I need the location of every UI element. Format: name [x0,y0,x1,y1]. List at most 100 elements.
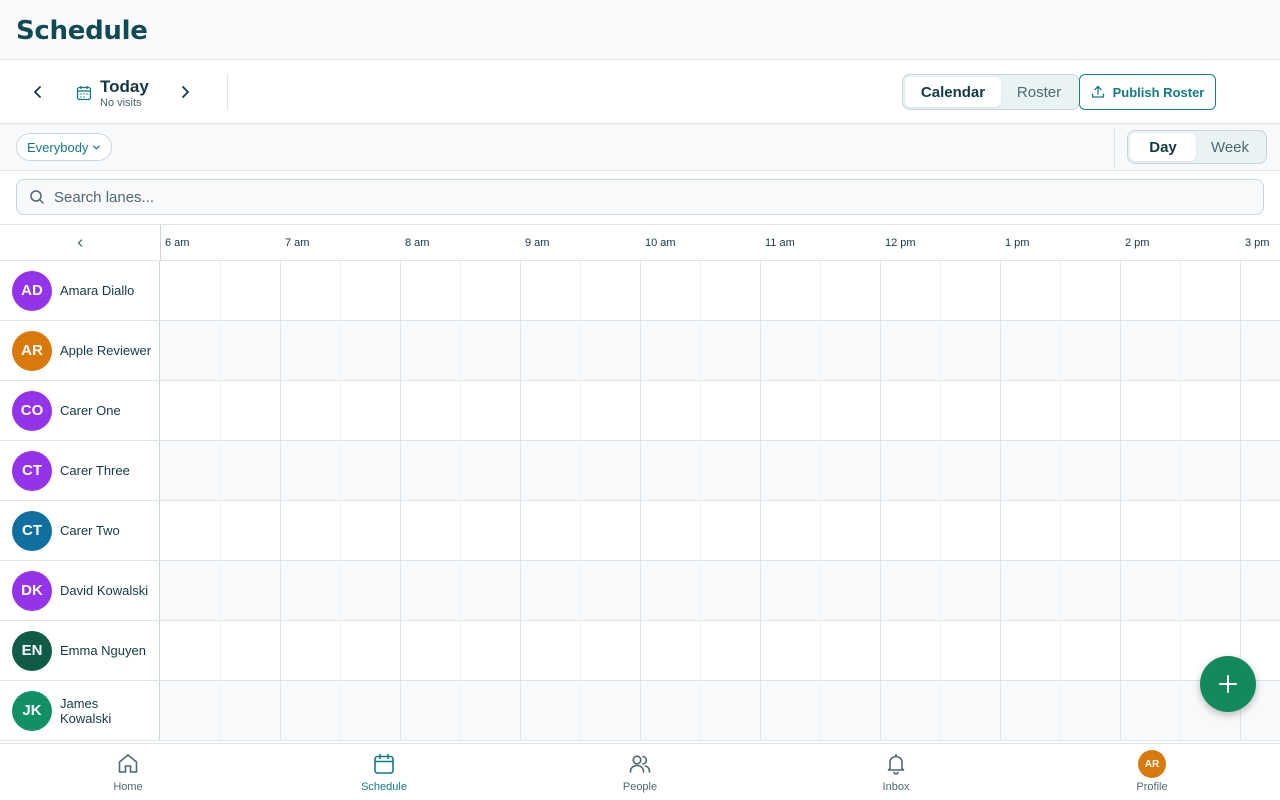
hour-label: 6 am [165,237,190,249]
hour-gridline [520,381,521,440]
half-hour-gridline [700,501,701,560]
lane-person[interactable]: JK James Kowalski [0,681,160,740]
person-name: Carer Two [60,523,120,538]
next-day-button[interactable] [173,80,197,104]
lane-timeline[interactable] [160,321,1280,380]
hour-gridline [1000,381,1001,440]
hour-gridline [640,681,641,740]
lane-timeline[interactable] [160,261,1280,320]
lane-person[interactable]: CO Carer One [0,381,160,440]
half-hour-gridline [700,681,701,740]
hour-gridline [520,681,521,740]
nav-home[interactable]: Home [68,752,188,796]
upload-icon [1091,85,1104,98]
hour-gridline [400,681,401,740]
avatar: AR [12,330,52,371]
avatar: CO [12,390,52,431]
hour-gridline [640,441,641,500]
people-filter-dropdown[interactable]: Everybody [16,133,113,161]
tab-week[interactable]: Week [1196,133,1264,161]
half-hour-gridline [1180,681,1181,740]
half-hour-gridline [580,621,581,680]
half-hour-gridline [340,501,341,560]
hour-gridline [760,681,761,740]
hour-gridline [760,381,761,440]
lane-person[interactable]: CT Carer Three [0,441,160,500]
lane-row: EN Emma Nguyen [0,621,1280,681]
publish-roster-button[interactable]: Publish Roster [1079,74,1216,110]
half-hour-gridline [1060,381,1061,440]
hour-gridline [880,501,881,560]
hour-gridline [1120,381,1121,440]
filter-divider [1114,128,1115,168]
hour-gridline [1120,261,1121,320]
hour-label: 2 pm [1125,237,1150,249]
nav-people[interactable]: People [580,752,700,796]
hour-gridline [1240,381,1241,440]
half-hour-gridline [1180,261,1181,320]
lane-timeline[interactable] [160,681,1280,740]
half-hour-gridline [700,321,701,380]
previous-day-button[interactable] [26,80,50,104]
lane-timeline[interactable] [160,561,1280,620]
hour-gridline [520,321,521,380]
hour-gridline [400,561,401,620]
hour-label: 10 am [645,237,676,249]
person-name: Carer One [60,403,121,418]
lane-row: CT Carer Three [0,441,1280,501]
half-hour-gridline [940,261,941,320]
half-hour-gridline [700,561,701,620]
lane-person[interactable]: CT Carer Two [0,501,160,560]
nav-profile-label: Profile [1136,781,1168,793]
tab-roster[interactable]: Roster [1001,77,1077,107]
tab-day[interactable]: Day [1130,133,1196,161]
hour-gridline [1240,321,1241,380]
search-box[interactable] [16,179,1264,215]
half-hour-gridline [1180,321,1181,380]
hour-gridline [1120,321,1121,380]
half-hour-gridline [220,501,221,560]
lane-timeline[interactable] [160,441,1280,500]
hour-gridline [280,441,281,500]
nav-schedule[interactable]: Schedule [324,752,444,796]
date-picker-button[interactable]: Today No visits [76,75,149,111]
lane-person[interactable]: DK David Kowalski [0,561,160,620]
tab-calendar[interactable]: Calendar [905,77,1001,107]
half-hour-gridline [580,441,581,500]
people-filter-label: Everybody [27,139,89,155]
lane-timeline[interactable] [160,381,1280,440]
nav-profile[interactable]: AR Profile [1092,750,1212,796]
hour-gridline [400,621,401,680]
lane-timeline[interactable] [160,621,1280,680]
lane-person[interactable]: AD Amara Diallo [0,261,160,320]
range-toggle: Day Week [1127,130,1267,164]
add-visit-button[interactable] [1200,656,1256,712]
toolbar: Today No visits Calendar Roster Publish … [0,60,1280,124]
hour-gridline [280,321,281,380]
hour-label: 12 pm [885,237,916,249]
lane-timeline[interactable] [160,501,1280,560]
lane-person[interactable]: AR Apple Reviewer [0,321,160,380]
collapse-lanes-button[interactable] [0,225,160,261]
half-hour-gridline [1060,261,1061,320]
hour-gridline [280,621,281,680]
nav-inbox-label: Inbox [882,781,910,793]
hour-gridline [400,441,401,500]
hour-gridline [880,561,881,620]
half-hour-gridline [460,381,461,440]
hour-gridline [760,321,761,380]
hour-gridline [1000,501,1001,560]
hour-gridline [400,501,401,560]
half-hour-gridline [820,681,821,740]
lane-person[interactable]: EN Emma Nguyen [0,621,160,680]
bell-icon [887,753,905,775]
half-hour-gridline [700,621,701,680]
nav-people-label: People [622,781,658,793]
search-input[interactable] [54,188,1234,206]
half-hour-gridline [940,501,941,560]
hour-gridline [760,501,761,560]
half-hour-gridline [460,621,461,680]
hour-gridline [760,621,761,680]
filter-bar: Everybody Day Week [0,124,1280,171]
nav-inbox[interactable]: Inbox [836,752,956,796]
